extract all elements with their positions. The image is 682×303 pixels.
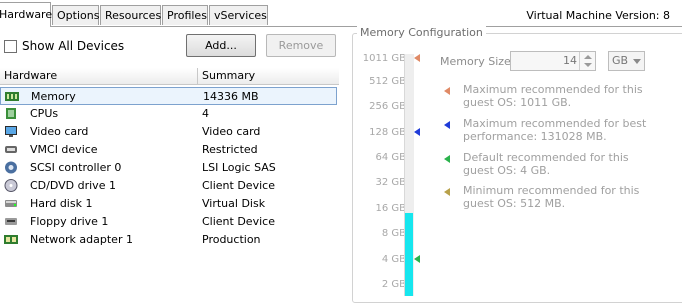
scale-label: 32 GB (375, 177, 406, 188)
spin-down-icon[interactable] (584, 63, 592, 67)
cpu-icon (6, 108, 16, 119)
hardware-table: Hardware Summary Memory 14336 MB CPUs 4 … (0, 68, 339, 296)
scale-label: 64 GB (375, 152, 406, 163)
column-header-hardware[interactable]: Hardware (0, 68, 197, 84)
scale-label: 1011 GB (362, 53, 406, 64)
table-header: Hardware Summary (0, 68, 339, 85)
remove-button[interactable]: Remove (266, 34, 336, 57)
best-performance-marker-icon (414, 128, 420, 136)
scale-label: 256 GB (369, 101, 406, 112)
table-row-floppy-drive[interactable]: Floppy drive 1 Client Device (0, 213, 337, 231)
memory-unit-select[interactable]: GB (608, 51, 645, 71)
row-summary: 14336 MB (203, 90, 259, 103)
table-row-video-card[interactable]: Video card Video card (0, 123, 337, 141)
min-recommended-marker-icon (444, 188, 450, 196)
row-summary: 4 (202, 107, 209, 120)
row-name: CPUs (30, 107, 59, 120)
table-row-vmci-device[interactable]: VMCI device Restricted (0, 141, 337, 159)
column-header-summary[interactable]: Summary (197, 68, 339, 84)
scsi-controller-icon (5, 161, 17, 174)
row-summary: Client Device (202, 179, 275, 192)
legend-text: Minimum recommended for this guest OS: 5… (463, 184, 640, 210)
row-name: CD/DVD drive 1 (30, 179, 116, 192)
legend-text: Maximum recommended for this guest OS: 1… (463, 83, 643, 109)
memory-icon (5, 92, 19, 101)
scale-label: 4 GB (381, 254, 406, 265)
spin-up-icon[interactable] (584, 55, 592, 59)
legend-text: Maximum recommended for best performance… (463, 117, 647, 143)
cd-dvd-drive-icon (4, 179, 18, 192)
default-recommended-marker-icon (444, 155, 450, 163)
scale-label: 2 GB (381, 279, 406, 290)
memory-size-spinner[interactable] (579, 52, 596, 70)
memory-size-label: Memory Size: (440, 55, 515, 68)
table-row-memory[interactable]: Memory 14336 MB (0, 87, 337, 105)
memory-unit-value: GB (612, 54, 629, 67)
floppy-drive-icon (5, 218, 17, 225)
row-name: Network adapter 1 (30, 233, 133, 246)
memory-scale: 1011 GB 512 GB 256 GB 128 GB 64 GB 32 GB… (356, 50, 406, 296)
best-performance-marker-icon (444, 121, 450, 129)
tab-vservices[interactable]: vServices (209, 5, 268, 25)
memory-slider-fill[interactable] (405, 213, 413, 296)
scale-label: 16 GB (375, 203, 406, 214)
show-all-devices-label: Show All Devices (22, 39, 125, 53)
row-name: Memory (31, 90, 76, 103)
max-recommended-marker-icon (414, 54, 420, 62)
memory-configuration-title: Memory Configuration (357, 26, 486, 39)
scale-label: 512 GB (369, 76, 406, 87)
vm-version-label: Virtual Machine Version: 8 (526, 9, 670, 22)
row-summary: Production (202, 233, 261, 246)
row-name: Floppy drive 1 (30, 215, 109, 228)
row-name: SCSI controller 0 (30, 161, 122, 174)
chevron-down-icon (633, 59, 641, 64)
tab-bar: Hardware Options Resources Profiles vSer… (0, 0, 682, 28)
tab-resources[interactable]: Resources (100, 5, 161, 25)
scale-label: 8 GB (381, 228, 406, 239)
table-row-cpus[interactable]: CPUs 4 (0, 105, 337, 123)
network-adapter-icon (4, 235, 18, 244)
row-name: VMCI device (30, 143, 98, 156)
vmci-device-icon (5, 146, 17, 153)
row-summary: Virtual Disk (202, 197, 266, 210)
tab-hardware[interactable]: Hardware (0, 2, 52, 27)
hard-disk-icon (5, 200, 17, 207)
row-name: Hard disk 1 (30, 197, 93, 210)
add-button[interactable]: Add... (186, 34, 256, 57)
row-summary: Client Device (202, 215, 275, 228)
tab-options[interactable]: Options (52, 5, 99, 25)
table-row-scsi-controller[interactable]: SCSI controller 0 LSI Logic SAS (0, 159, 337, 177)
table-row-hard-disk[interactable]: Hard disk 1 Virtual Disk (0, 195, 337, 213)
legend-text: Default recommended for this guest OS: 4… (463, 151, 629, 177)
row-summary: Restricted (202, 143, 258, 156)
row-summary: LSI Logic SAS (202, 161, 276, 174)
row-name: Video card (30, 125, 89, 138)
max-recommended-marker-icon (444, 87, 450, 95)
video-card-icon (5, 126, 17, 137)
default-recommended-marker-icon (414, 255, 420, 263)
checkbox-box[interactable] (4, 40, 17, 53)
tab-profiles[interactable]: Profiles (162, 5, 208, 25)
table-row-cd-dvd-drive[interactable]: CD/DVD drive 1 Client Device (0, 177, 337, 195)
tab-divider (0, 26, 682, 27)
row-summary: Video card (202, 125, 261, 138)
table-row-network-adapter[interactable]: Network adapter 1 Production (0, 231, 337, 249)
scale-label: 128 GB (369, 127, 406, 138)
